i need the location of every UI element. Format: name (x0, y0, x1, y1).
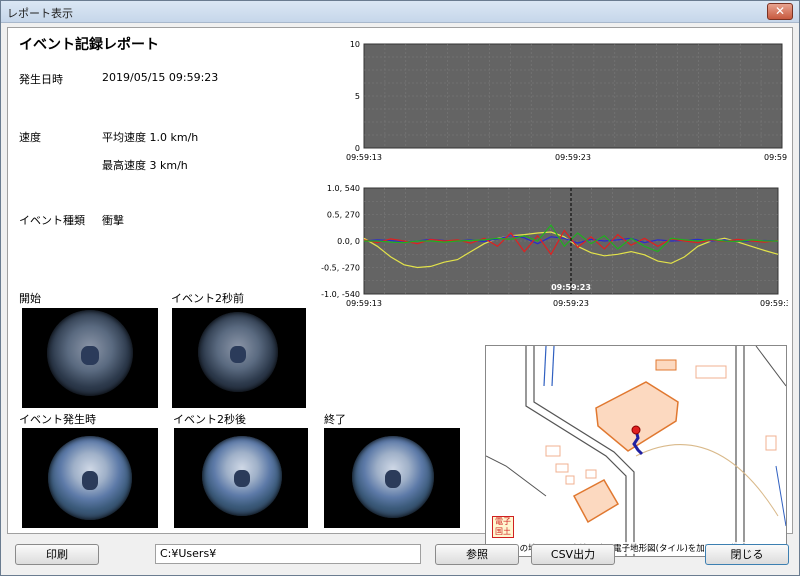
x-tick-label: 09:59:13 (346, 299, 382, 308)
thumb-label-start: 開始 (19, 292, 41, 305)
thumb-label-after: イベント2秒後 (173, 413, 246, 426)
x-tick-label: 09:59:33 (760, 299, 788, 308)
speed-max-value: 最高速度 3 km/h (102, 159, 188, 172)
datetime-value: 2019/05/15 09:59:23 (102, 71, 219, 84)
y-tick-label: 0.5, 270 (327, 211, 360, 220)
event-marker-label: 09:59:23 (551, 283, 591, 292)
fisheye-image (198, 312, 278, 392)
y-tick-label: -1.0, -540 (321, 290, 360, 299)
x-tick-label: 09:59:13 (346, 153, 382, 162)
thumb-label-before: イベント2秒前 (171, 292, 244, 305)
close-button[interactable]: 閉じる (705, 544, 789, 565)
map-drawing (486, 346, 786, 556)
y-tick-label: 1.0, 540 (327, 184, 360, 193)
close-icon: ✕ (774, 4, 786, 18)
event-type-label: イベント種類 (19, 214, 85, 227)
title-bar: レポート表示 ✕ (1, 1, 799, 23)
x-tick-label: 09:59:33 (764, 153, 788, 162)
y-tick-label: 0 (355, 144, 360, 153)
thumbnail-start[interactable] (22, 308, 158, 408)
csv-export-button[interactable]: CSV出力 (531, 544, 615, 565)
report-title: イベント記録レポート (19, 37, 159, 53)
close-window-button[interactable]: ✕ (767, 3, 793, 20)
speed-chart: 10 5 009:59:13 09:59:23 09:59:33 (346, 40, 788, 162)
fisheye-image (48, 436, 132, 520)
report-window: レポート表示 ✕ イベント記録レポート 発生日時 2019/05/15 09:5… (0, 0, 800, 576)
y-tick-label: 0.0, 0 (337, 237, 360, 246)
thumbnail-2s-after[interactable] (174, 428, 308, 528)
print-button[interactable]: 印刷 (15, 544, 99, 565)
save-path-field[interactable]: C:¥Users¥ (155, 544, 421, 564)
y-tick-label: -0.5, -270 (321, 264, 360, 273)
speed-avg-value: 平均速度 1.0 km/h (102, 131, 199, 144)
map-attribution-badge: 電子国土 (492, 516, 514, 538)
fisheye-image (47, 310, 133, 396)
datetime-label: 発生日時 (19, 73, 63, 86)
thumbnail-2s-before[interactable] (172, 308, 306, 408)
thumbnail-end[interactable] (324, 428, 460, 528)
x-tick-label: 09:59:23 (555, 153, 591, 162)
thumb-label-event: イベント発生時 (19, 413, 96, 426)
y-tick-label: 5 (355, 92, 360, 101)
y-tick-label: 10 (350, 40, 360, 49)
fisheye-image (202, 436, 282, 516)
location-map[interactable]: 電子国土 ※この地図は、国土地理院の電子地形図(タイル)を加工して作成しています (485, 345, 787, 557)
accel-chart: 1.0, 540 0.5, 270 0.0, 0 -0.5, -270 -1.0, -5… (321, 184, 788, 308)
report-panel: イベント記録レポート 発生日時 2019/05/15 09:59:23 速度 平… (7, 27, 793, 557)
fisheye-image (352, 436, 434, 518)
window-title: レポート表示 (7, 7, 73, 20)
browse-button[interactable]: 参照 (435, 544, 519, 565)
thumbnail-event[interactable] (22, 428, 158, 528)
x-tick-label: 09:59:23 (553, 299, 589, 308)
event-type-value: 衝撃 (102, 214, 124, 227)
speed-label: 速度 (19, 131, 41, 144)
thumb-label-end: 終了 (324, 413, 346, 426)
